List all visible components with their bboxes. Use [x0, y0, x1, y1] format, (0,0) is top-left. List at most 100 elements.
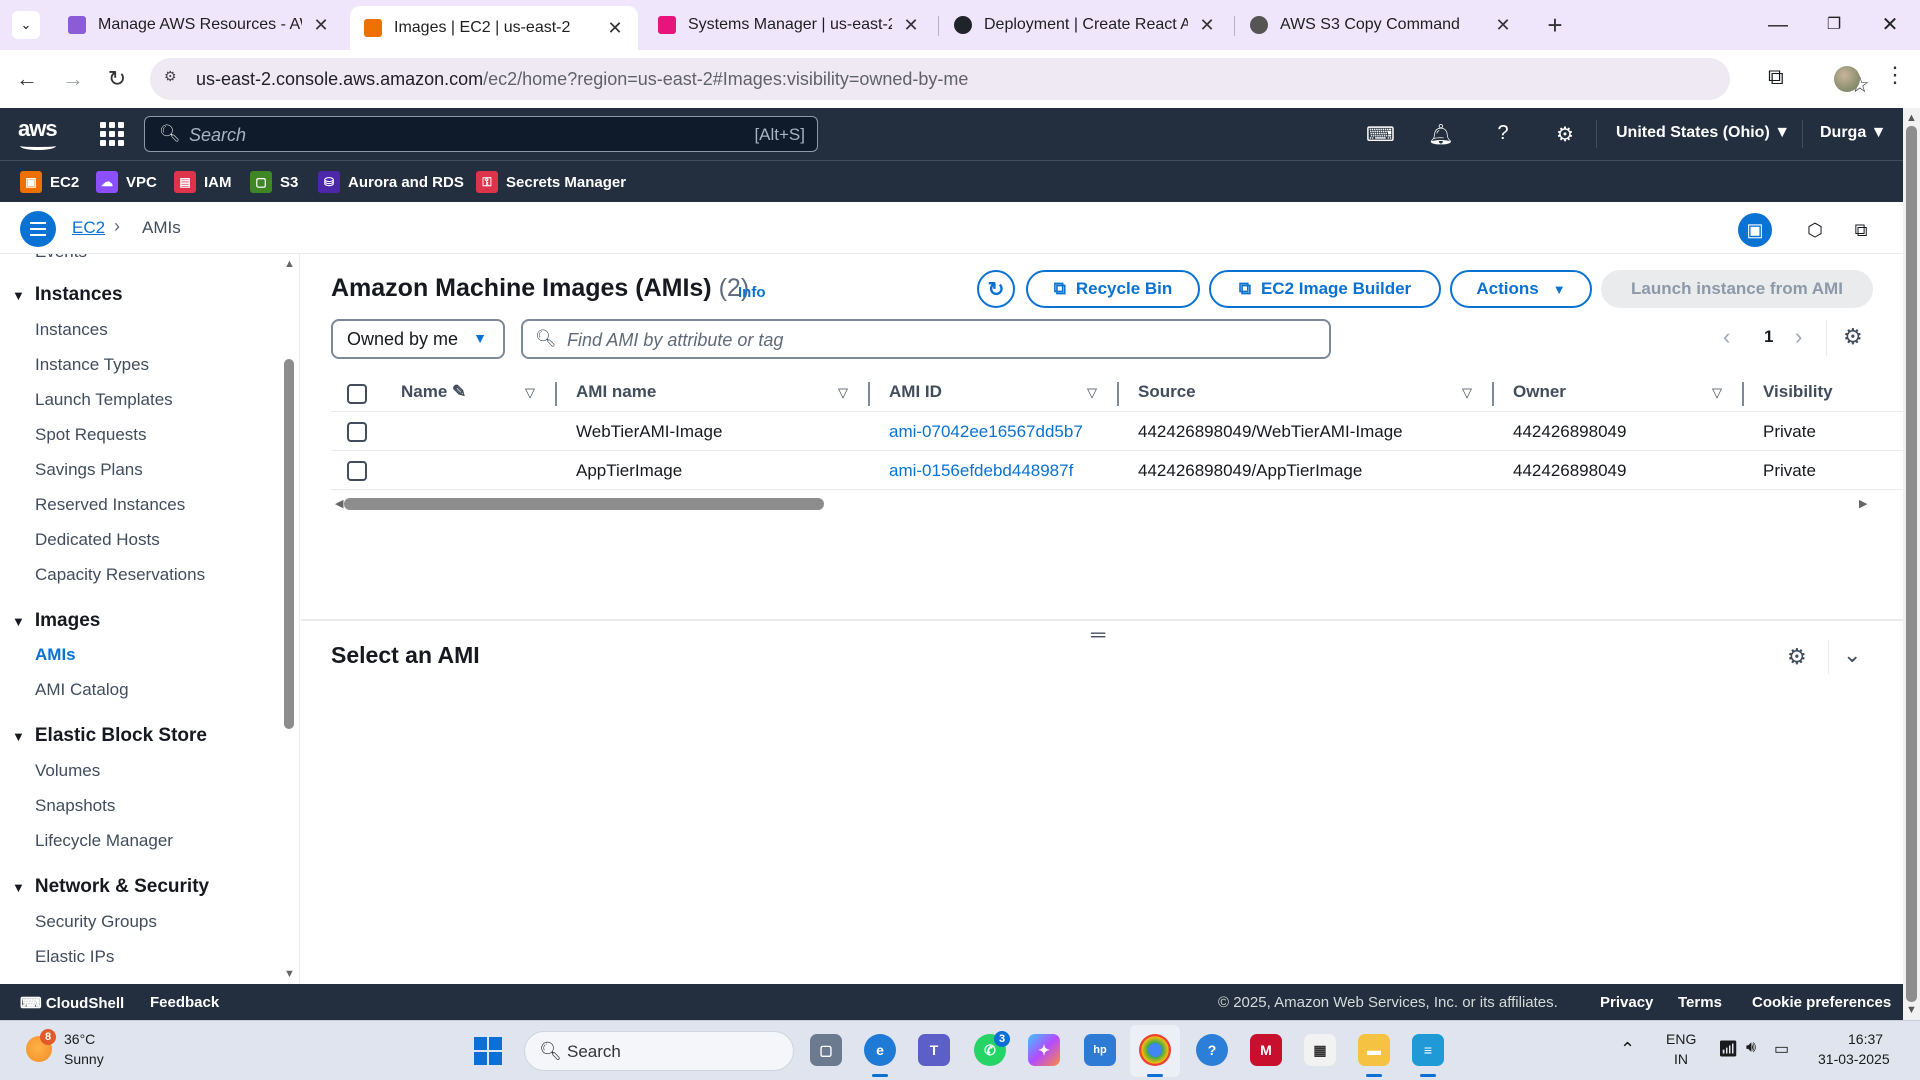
edge-browser-icon[interactable]: e	[864, 1034, 896, 1066]
sort-icon[interactable]: ▽	[525, 385, 535, 401]
page-scroll-down-arrow[interactable]: ▼	[1906, 1004, 1917, 1016]
forward-button[interactable]: →	[56, 62, 90, 96]
select-all-checkbox[interactable]	[347, 384, 367, 404]
column-divider[interactable]	[555, 382, 557, 406]
cloudshell-footer-button[interactable]: ⌨ CloudShell	[20, 994, 124, 1012]
sidebar-scrollbar-thumb[interactable]	[284, 359, 294, 729]
split-panel-drag-handle[interactable]: ═	[1091, 624, 1105, 647]
sidebar-item-reserved-instances[interactable]: Reserved Instances	[35, 495, 185, 515]
breadcrumb-ec2-link[interactable]: EC2	[72, 218, 105, 238]
chevron-up-icon[interactable]: ⌃	[1620, 1039, 1635, 1060]
weather-description[interactable]: Sunny	[64, 1051, 104, 1067]
close-icon[interactable]: ✕	[902, 15, 920, 36]
sidebar-item-spot-requests[interactable]: Spot Requests	[35, 425, 147, 445]
next-page-icon[interactable]: ›	[1795, 324, 1802, 350]
file-explorer-icon[interactable]: ▬	[1358, 1034, 1390, 1066]
cookie-preferences-link[interactable]: Cookie preferences	[1752, 994, 1891, 1011]
taskbar-search[interactable]: 🔍︎ Search	[524, 1031, 794, 1071]
table-horizontal-scrollbar-thumb[interactable]	[344, 498, 824, 510]
scroll-down-arrow[interactable]: ▼	[284, 968, 295, 980]
mcafee-icon[interactable]: M	[1250, 1034, 1282, 1066]
previous-page-icon[interactable]: ‹	[1723, 324, 1730, 350]
column-header-ami-id[interactable]: AMI ID	[889, 382, 942, 402]
close-window-button[interactable]: ✕	[1870, 10, 1910, 40]
aws-search-input[interactable]: 🔍︎ Search [Alt+S]	[144, 116, 818, 152]
account-menu[interactable]: Durga ▼	[1820, 124, 1887, 142]
sort-icon[interactable]: ▽	[1087, 385, 1097, 401]
microsoft-store-icon[interactable]: ▦	[1304, 1034, 1336, 1066]
page-scroll-up-arrow[interactable]: ▲	[1906, 112, 1917, 124]
weather-temperature[interactable]: 36°C	[64, 1031, 95, 1047]
current-page-number[interactable]: 1	[1764, 327, 1773, 347]
close-icon[interactable]: ✕	[606, 18, 624, 39]
sidebar-item-events[interactable]: Events	[35, 254, 87, 262]
aws-logo[interactable]: aws	[18, 116, 58, 142]
column-divider[interactable]	[1117, 382, 1119, 406]
task-view-icon[interactable]: ▢	[810, 1034, 842, 1066]
settings-hex-icon[interactable]: ⬡	[1798, 213, 1832, 247]
address-bar[interactable]: ⚙ us-east-2.console.aws.amazon.com/ec2/h…	[150, 58, 1870, 100]
help-icon[interactable]: ?	[1490, 122, 1516, 145]
reload-button[interactable]: ↻	[100, 62, 134, 96]
sort-icon[interactable]: ▽	[838, 385, 848, 401]
sidebar-section-images[interactable]: ▼ Images	[12, 610, 100, 632]
sidebar-item-security-groups[interactable]: Security Groups	[35, 912, 157, 932]
launch-instance-from-ami-button[interactable]: Launch instance from AMI	[1601, 270, 1873, 308]
sort-icon[interactable]: ▽	[1462, 385, 1472, 401]
tab-search-menu-button[interactable]: ⌄	[12, 11, 40, 39]
favorite-s3[interactable]: ▢ S3	[250, 171, 298, 193]
split-panel-settings-gear-icon[interactable]: ⚙	[1787, 644, 1807, 670]
sidebar-item-instance-types[interactable]: Instance Types	[35, 355, 149, 375]
sidebar-item-instances[interactable]: Instances	[35, 320, 108, 340]
privacy-link[interactable]: Privacy	[1600, 994, 1653, 1011]
scroll-left-arrow[interactable]: ◀	[335, 497, 343, 510]
sidebar-item-volumes[interactable]: Volumes	[35, 761, 100, 781]
column-header-ami-name[interactable]: AMI name	[576, 382, 656, 402]
restore-button[interactable]: ❐	[1814, 10, 1854, 40]
sidebar-item-lifecycle-manager[interactable]: Lifecycle Manager	[35, 831, 173, 851]
column-header-name[interactable]: Name ✎	[401, 382, 466, 402]
close-icon[interactable]: ✕	[1198, 15, 1216, 36]
myhp-icon[interactable]: hp	[1084, 1034, 1116, 1066]
sidebar-item-ami-catalog[interactable]: AMI Catalog	[35, 680, 129, 700]
favorite-iam[interactable]: ▤ IAM	[174, 171, 232, 193]
terms-link[interactable]: Terms	[1678, 994, 1722, 1011]
sidebar-item-amis[interactable]: AMIs	[35, 645, 76, 665]
ec2-image-builder-button[interactable]: ⧉ EC2 Image Builder	[1209, 270, 1441, 308]
table-row[interactable]: AppTierImage ami-0156efdebd448987f 44242…	[331, 452, 1903, 490]
region-selector[interactable]: United States (Ohio) ▼	[1616, 124, 1790, 142]
back-button[interactable]: ←	[10, 62, 44, 96]
sidebar-item-dedicated-hosts[interactable]: Dedicated Hosts	[35, 530, 160, 550]
cell-ami-id-link[interactable]: ami-07042ee16567dd5b7	[889, 422, 1083, 442]
ami-filter-input[interactable]: 🔍︎ Find AMI by attribute or tag	[521, 319, 1331, 359]
site-info-icon[interactable]: ⚙	[164, 68, 186, 90]
info-panel-icon[interactable]: ▣	[1738, 213, 1772, 247]
column-header-visibility[interactable]: Visibility	[1763, 382, 1833, 402]
clock-date[interactable]: 31-03-2025	[1818, 1051, 1890, 1067]
sidebar-item-launch-templates[interactable]: Launch Templates	[35, 390, 173, 410]
browser-tab-1[interactable]: Images | EC2 | us-east-2 ✕	[350, 6, 638, 50]
language-region[interactable]: IN	[1674, 1051, 1688, 1067]
sidebar-item-snapshots[interactable]: Snapshots	[35, 796, 115, 816]
column-header-source[interactable]: Source	[1138, 382, 1196, 402]
services-grid-icon[interactable]	[100, 122, 124, 146]
refresh-button[interactable]: ↻	[977, 270, 1015, 308]
favorite-secrets-manager[interactable]: ⚿ Secrets Manager	[476, 171, 626, 193]
favorite-aurora-rds[interactable]: ⛁ Aurora and RDS	[318, 171, 464, 193]
column-divider[interactable]	[1492, 382, 1494, 406]
cell-ami-id-link[interactable]: ami-0156efdebd448987f	[889, 461, 1073, 481]
close-icon[interactable]: ✕	[1494, 15, 1512, 36]
chevron-down-icon[interactable]: ⌄	[1843, 642, 1861, 668]
sidebar-item-capacity-reservations[interactable]: Capacity Reservations	[35, 565, 205, 585]
language-indicator[interactable]: ENG	[1666, 1031, 1696, 1047]
feedback-link[interactable]: Feedback	[150, 994, 219, 1011]
wifi-icon[interactable]: 📶︎	[1718, 1039, 1738, 1059]
owner-filter-select[interactable]: Owned by me ▼	[331, 319, 505, 359]
browser-tab-0[interactable]: Manage AWS Resources - AWS ✕	[54, 6, 344, 44]
close-icon[interactable]: ✕	[312, 15, 330, 36]
recycle-bin-button[interactable]: ⧉ Recycle Bin	[1026, 270, 1200, 308]
cloudshell-icon[interactable]: ⌨	[1366, 122, 1395, 147]
row-checkbox[interactable]	[347, 461, 367, 481]
clock-time[interactable]: 16:37	[1848, 1031, 1883, 1047]
settings-gear-icon[interactable]: ⚙	[1552, 122, 1578, 147]
